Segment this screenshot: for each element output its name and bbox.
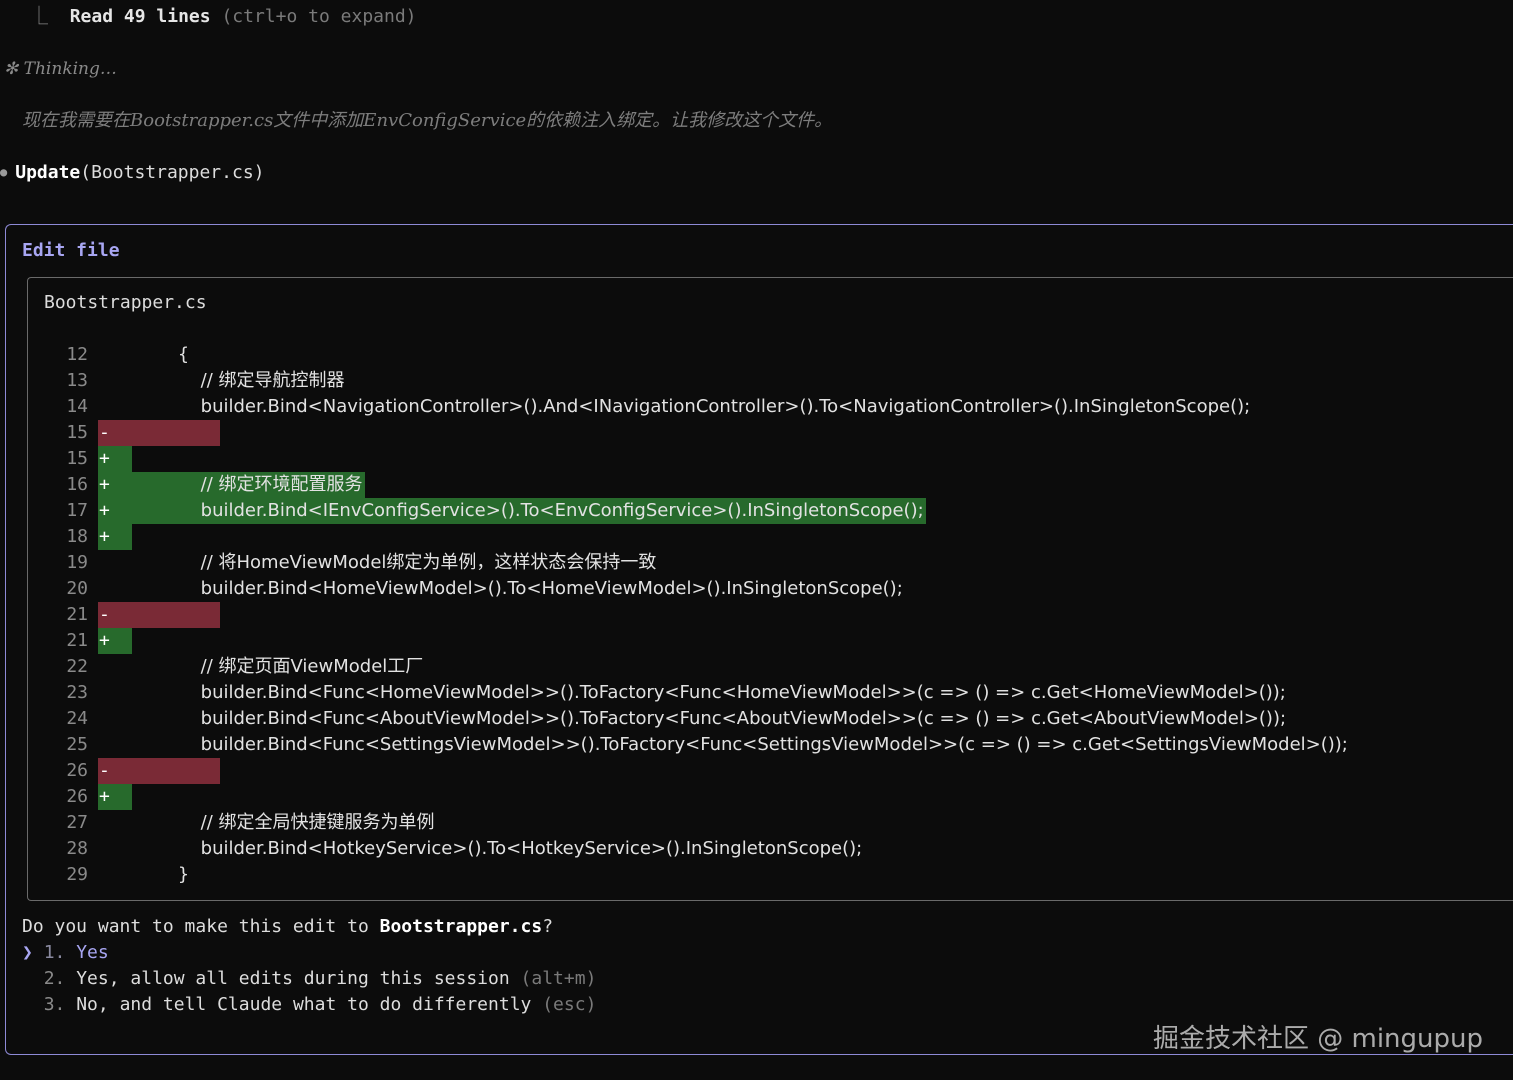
line-number: 14 [66, 396, 88, 417]
diff-code: // 将HomeViewModel绑定为单例，这样状态会保持一致 [132, 552, 657, 573]
status-dot-icon: ● [0, 165, 8, 179]
option-yes[interactable]: ❯ 1. Yes [22, 940, 109, 966]
diff-row-ctx: 27 // 绑定全局快捷键服务为单例 [0, 810, 1513, 836]
diff-code: { [132, 344, 190, 365]
option-shortcut: (alt+m) [520, 968, 597, 989]
line-number: 13 [66, 370, 88, 391]
line-number: 12 [66, 344, 88, 365]
diff-row-del: 26- [0, 758, 1513, 784]
line-number: 15 [66, 422, 88, 443]
minus-sign: - [99, 604, 110, 625]
line-number: 21 [66, 604, 88, 625]
thinking-text: 现在我需要在Bootstrapper.cs文件中添加EnvConfigServi… [22, 110, 833, 131]
plus-sign: + [99, 526, 110, 547]
diff-row-ctx: 20 builder.Bind<HomeViewModel>().To<Home… [0, 576, 1513, 602]
confirm-question: Do you want to make this edit to Bootstr… [22, 914, 553, 940]
diff-code: // 绑定页面ViewModel工厂 [132, 656, 424, 677]
line-number: 27 [66, 812, 88, 833]
plus-sign: + [99, 448, 110, 469]
line-number: 24 [66, 708, 88, 729]
diff-row-add: 18 + [0, 524, 1513, 550]
line-number: 23 [66, 682, 88, 703]
plus-sign: + [99, 786, 110, 807]
line-number: 15 [66, 448, 88, 469]
diff-row-ctx: 29 } [0, 862, 1513, 888]
line-number: 26 [66, 760, 88, 781]
selection-cursor-icon: ❯ [22, 942, 33, 963]
tool-argument: (Bootstrapper.cs) [80, 162, 265, 183]
deletion-highlight [98, 602, 220, 628]
watermark: 掘金技术社区 @ mingupup [1152, 1024, 1483, 1054]
diff-code: } [132, 864, 190, 885]
option-number: 2. [43, 968, 66, 989]
option-label: Yes [76, 942, 109, 963]
diff-row-add: 17 + builder.Bind<IEnvConfigService>().To… [0, 498, 1513, 524]
diff-row-add: 26 + [0, 784, 1513, 810]
option-number: 3. [43, 994, 66, 1015]
expand-hint[interactable]: (ctrl+o to expand) [221, 6, 416, 27]
line-number: 16 [66, 474, 88, 495]
plus-sign: + [99, 474, 110, 495]
thinking-label: ✻ Thinking… [4, 59, 117, 79]
line-number: 19 [66, 552, 88, 573]
diff-code: builder.Bind<IEnvConfigService>().To<Env… [132, 500, 924, 521]
line-number: 25 [66, 734, 88, 755]
line-number: 21 [66, 630, 88, 651]
read-count: 49 [123, 6, 146, 27]
diff-row-add: 15 + [0, 446, 1513, 472]
diff-code: builder.Bind<Func<SettingsViewModel>>().… [132, 734, 1348, 755]
diff-row-add: 16 + // 绑定环境配置服务 [0, 472, 1513, 498]
diff-row-ctx: 28 builder.Bind<HotkeyService>().To<Hotk… [0, 836, 1513, 862]
read-label: Read [69, 6, 114, 27]
line-number: 26 [66, 786, 88, 807]
line-number: 28 [66, 838, 88, 859]
option-shortcut: (esc) [542, 994, 597, 1015]
diff-row-ctx: 14 builder.Bind<NavigationController>().… [0, 394, 1513, 420]
diff-code: builder.Bind<Func<AboutViewModel>>().ToF… [132, 708, 1287, 729]
minus-sign: - [99, 760, 110, 781]
line-number: 29 [66, 864, 88, 885]
edit-panel-title: Edit file [22, 240, 120, 261]
minus-sign: - [99, 422, 110, 443]
diff-row-ctx: 22 // 绑定页面ViewModel工厂 [0, 654, 1513, 680]
diff-code: builder.Bind<HotkeyService>().To<HotkeyS… [132, 838, 863, 859]
diff-row-ctx: 19 // 将HomeViewModel绑定为单例，这样状态会保持一致 [0, 550, 1513, 576]
diff-row-del: 21- [0, 602, 1513, 628]
diff-file-name: Bootstrapper.cs [44, 292, 207, 313]
tree-corner-icon: ⎿ [30, 6, 48, 27]
option-allow-all[interactable]: 2. Yes, allow all edits during this sess… [22, 966, 597, 992]
question-file: Bootstrapper.cs [379, 916, 543, 937]
tool-call-line: ● Update(Bootstrapper.cs) [0, 160, 265, 187]
diff-code: // 绑定环境配置服务 [132, 474, 363, 495]
question-text: Do you want to make this edit to [22, 916, 380, 937]
line-number: 22 [66, 656, 88, 677]
option-no-tell-claude[interactable]: 3. No, and tell Claude what to do differ… [22, 992, 597, 1018]
diff-row-add: 21 + [0, 628, 1513, 654]
option-label: Yes, allow all edits during this session [76, 968, 510, 989]
tool-name: Update [15, 162, 81, 183]
diff-row-ctx: 25 builder.Bind<Func<SettingsViewModel>>… [0, 732, 1513, 758]
diff-row-ctx: 23 builder.Bind<Func<HomeViewModel>>().T… [0, 680, 1513, 706]
diff-row-ctx: 24 builder.Bind<Func<AboutViewModel>>().… [0, 706, 1513, 732]
diff-code: // 绑定导航控制器 [132, 370, 345, 391]
diff-code: builder.Bind<Func<HomeViewModel>>().ToFa… [132, 682, 1286, 703]
diff-code: builder.Bind<NavigationController>().And… [132, 396, 1251, 417]
option-number: 1. [43, 942, 66, 963]
diff-code: builder.Bind<HomeViewModel>().To<HomeVie… [132, 578, 903, 599]
line-number: 20 [66, 578, 88, 599]
plus-sign: + [99, 630, 110, 651]
diff-code: // 绑定全局快捷键服务为单例 [132, 812, 435, 833]
plus-sign: + [99, 500, 110, 521]
question-mark: ? [542, 916, 554, 937]
option-label: No, and tell Claude what to do different… [76, 994, 532, 1015]
diff-row-ctx: 13 // 绑定导航控制器 [0, 368, 1513, 394]
diff-row-ctx: 12 { [0, 342, 1513, 368]
line-number: 18 [66, 526, 88, 547]
deletion-highlight [98, 758, 220, 784]
read-lines-word: lines [156, 6, 211, 27]
deletion-highlight [98, 420, 220, 446]
diff-row-del: 15- [0, 420, 1513, 446]
line-number: 17 [66, 500, 88, 521]
read-result-line: ⎿ Read 49 lines (ctrl+o to expand) [0, 4, 417, 30]
